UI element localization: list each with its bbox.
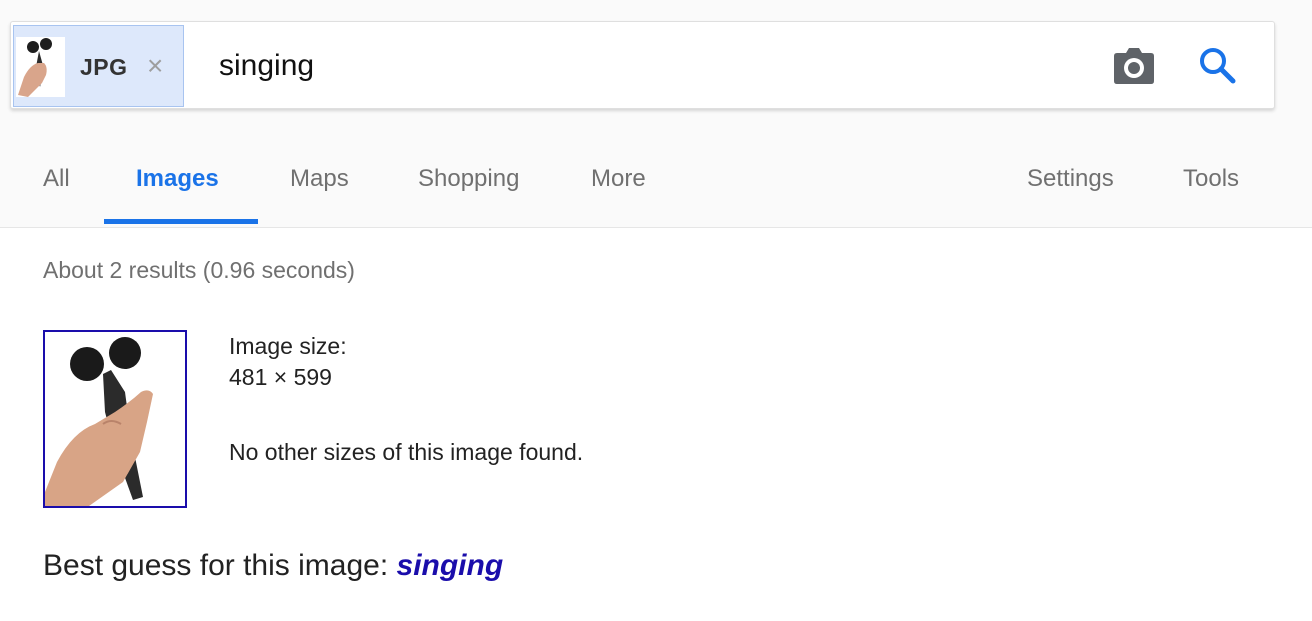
tab-images[interactable]: Images — [136, 165, 219, 193]
query-image-thumbnail — [16, 37, 65, 97]
image-type-label: JPG — [80, 54, 128, 80]
header-area: JPG × All Images Maps Shopping More Sett… — [0, 0, 1312, 228]
result-image-thumbnail[interactable] — [43, 330, 187, 508]
other-sizes-note: No other sizes of this image found. — [229, 439, 584, 465]
camera-icon[interactable] — [1113, 46, 1155, 86]
search-box: JPG × — [10, 21, 1275, 109]
tab-more[interactable]: More — [591, 165, 646, 193]
image-size-label: Image size: — [229, 333, 347, 359]
best-guess-link[interactable]: singing — [397, 549, 504, 582]
search-icon[interactable] — [1197, 46, 1239, 86]
best-guess-prefix: Best guess for this image: — [43, 549, 389, 582]
tab-settings[interactable]: Settings — [1027, 165, 1114, 193]
tab-maps[interactable]: Maps — [290, 165, 349, 193]
active-tab-indicator — [104, 219, 258, 224]
tab-shopping[interactable]: Shopping — [418, 165, 519, 193]
tab-all[interactable]: All — [43, 165, 70, 193]
result-stats: About 2 results (0.96 seconds) — [43, 257, 355, 283]
image-query-chip[interactable]: JPG × — [13, 25, 184, 107]
remove-image-close-icon[interactable]: × — [147, 51, 163, 81]
search-input[interactable] — [219, 44, 1079, 88]
image-size-value: 481 × 599 — [229, 364, 332, 390]
tab-tools[interactable]: Tools — [1183, 165, 1239, 193]
best-guess: Best guess for this image: singing — [43, 549, 503, 583]
